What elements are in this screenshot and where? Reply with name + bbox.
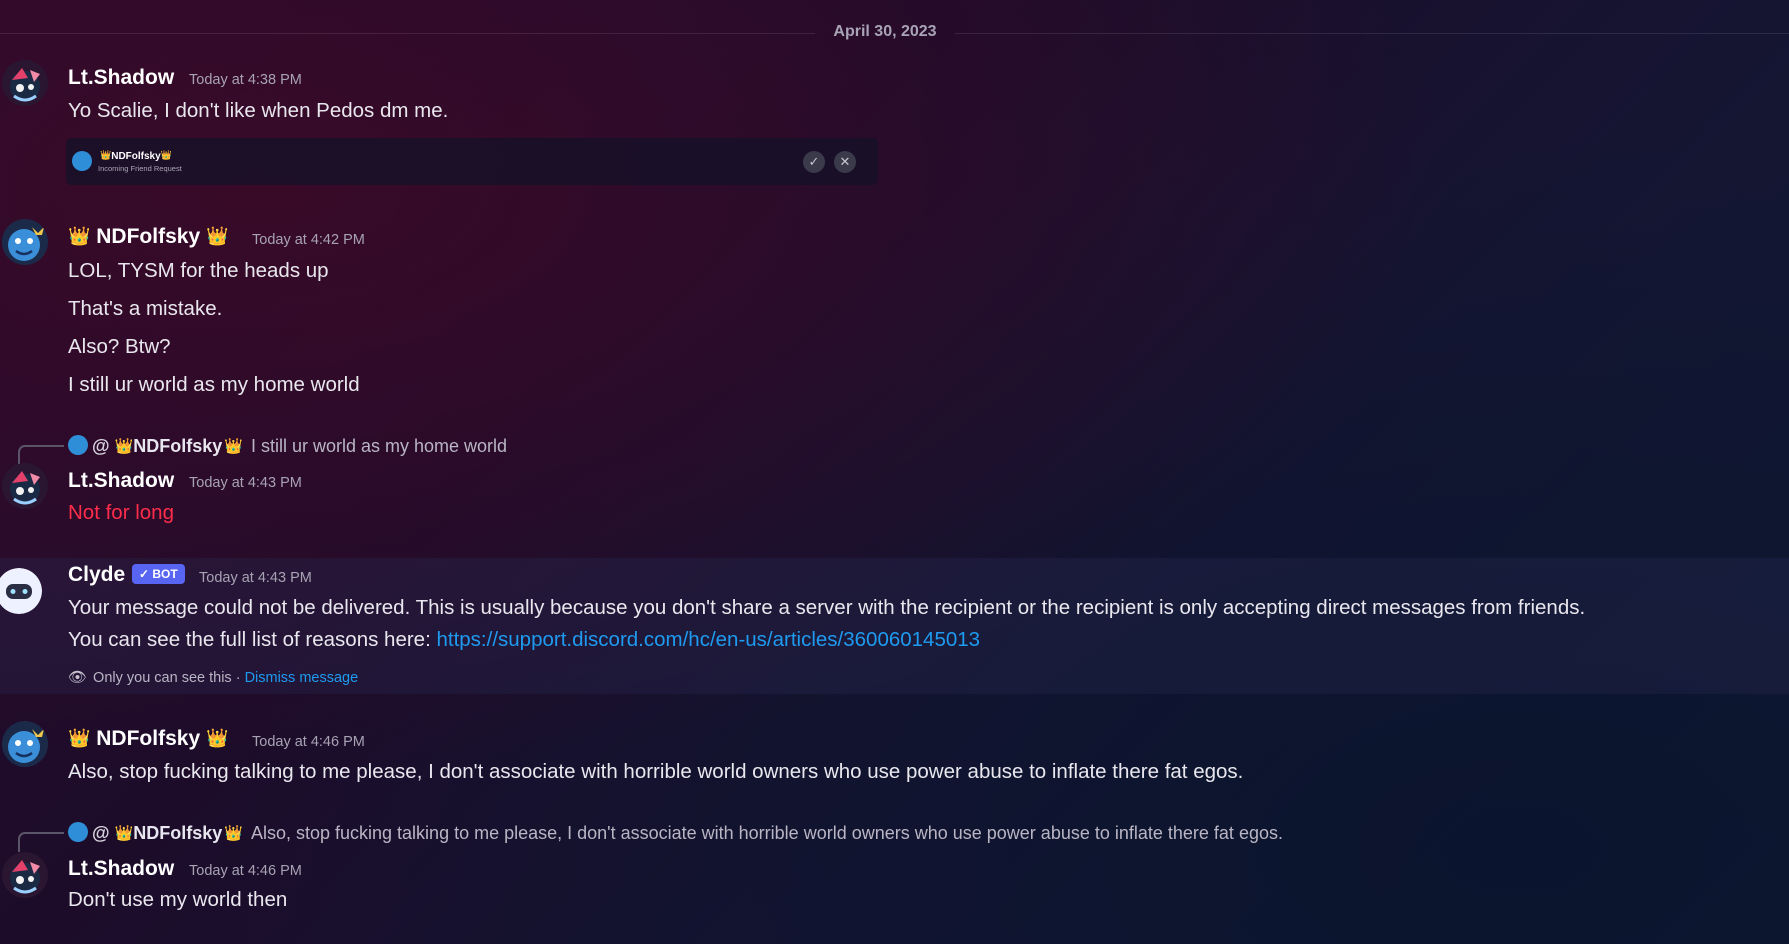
avatar-lt-shadow[interactable] xyxy=(2,463,48,509)
check-icon: ✓ xyxy=(808,154,820,169)
message-text: Also, stop fucking talking to me please,… xyxy=(68,760,1244,783)
support-link[interactable]: https://support.discord.com/hc/en-us/art… xyxy=(436,628,980,651)
reply-preview[interactable]: @ 👑NDFolfsky 👑 I still ur world as my home… xyxy=(68,435,507,457)
close-icon: ✕ xyxy=(839,154,851,169)
avatar-image xyxy=(2,852,48,898)
author-name[interactable]: Lt.Shadow xyxy=(68,857,174,881)
crown-icon: 👑 xyxy=(160,150,172,160)
friend-request-name-text: NDFolfsky xyxy=(111,151,161,162)
avatar-lt-shadow[interactable] xyxy=(2,60,48,106)
crown-icon: 👑 xyxy=(114,825,134,842)
message-timestamp: Today at 4:38 PM xyxy=(189,72,302,88)
ephemeral-note-text: Only you can see this · xyxy=(93,670,245,686)
reply-preview[interactable]: @ 👑NDFolfsky 👑 Also, stop fucking talking … xyxy=(68,822,1283,844)
reply-mention-symbol: @ xyxy=(92,436,110,456)
reply-connector xyxy=(18,445,64,465)
crown-icon: 👑 xyxy=(224,438,243,455)
reply-author: NDFolfsky xyxy=(133,823,223,843)
reply-connector xyxy=(18,832,64,852)
friend-request-subtitle: Incoming Friend Request xyxy=(98,164,182,173)
message-text: Don't use my world then xyxy=(68,888,288,911)
avatar-ndfolfsky[interactable] xyxy=(2,721,48,767)
message-text: Not for long xyxy=(68,501,174,524)
ephemeral-note: 👁 Only you can see this · Dismiss message xyxy=(68,668,358,686)
reply-text: Also, stop fucking talking to me please,… xyxy=(250,823,1283,843)
author-name[interactable]: 👑 NDFolfsky 👑 xyxy=(68,727,228,751)
reply-mention-symbol: @ xyxy=(92,823,110,843)
decline-request-button[interactable]: ✕ xyxy=(834,151,856,173)
author-name[interactable]: Clyde xyxy=(68,563,125,587)
crown-icon: 👑 xyxy=(205,728,229,748)
accept-request-button[interactable]: ✓ xyxy=(803,151,825,173)
author-name[interactable]: Lt.Shadow xyxy=(68,469,174,493)
author-name-text: NDFolfsky xyxy=(96,225,201,248)
author-name[interactable]: 👑 NDFolfsky 👑 xyxy=(68,225,228,249)
reply-author: NDFolfsky xyxy=(133,436,223,456)
crown-icon: 👑 xyxy=(114,438,134,455)
friend-request-name: 👑NDFolfsky👑 xyxy=(100,150,172,162)
message-text: Yo Scalie, I don't like when Pedos dm me… xyxy=(68,99,449,122)
crown-icon: 👑 xyxy=(68,728,91,748)
crown-icon: 👑 xyxy=(100,150,112,160)
dismiss-message-link[interactable]: Dismiss message xyxy=(245,670,359,686)
reply-text: I still ur world as my home world xyxy=(250,436,508,456)
avatar-image xyxy=(2,721,48,767)
avatar-ndfolfsky[interactable] xyxy=(2,219,48,265)
author-name[interactable]: Lt.Shadow xyxy=(68,66,174,90)
message-timestamp: Today at 4:46 PM xyxy=(252,734,365,750)
avatar-image xyxy=(2,219,48,265)
avatar-image xyxy=(2,463,48,509)
author-name-text: NDFolfsky xyxy=(96,727,201,750)
message-timestamp: Today at 4:46 PM xyxy=(189,863,302,879)
eye-icon: 👁 xyxy=(68,669,88,686)
message-text: You can see the full list of reasons her… xyxy=(68,628,980,652)
crown-icon: 👑 xyxy=(68,226,91,246)
bot-badge: ✓ BOT xyxy=(132,564,185,584)
message-text: Your message could not be delivered. Thi… xyxy=(68,596,1586,619)
message-timestamp: Today at 4:43 PM xyxy=(189,475,302,491)
message-timestamp: Today at 4:43 PM xyxy=(199,570,312,586)
date-divider-line-left xyxy=(0,33,815,34)
message-text: Also? Btw? xyxy=(68,335,171,358)
avatar-lt-shadow[interactable] xyxy=(2,852,48,898)
message-timestamp: Today at 4:42 PM xyxy=(252,232,365,248)
reply-avatar xyxy=(68,822,88,842)
crown-icon: 👑 xyxy=(205,226,229,246)
crown-icon: 👑 xyxy=(224,825,243,842)
message-text: LOL, TYSM for the heads up xyxy=(68,259,329,282)
friend-request-embed[interactable]: 👑NDFolfsky👑 Incoming Friend Request ✓ ✕ xyxy=(66,138,878,185)
date-divider-line-right xyxy=(955,33,1789,34)
reply-avatar xyxy=(68,435,88,455)
message-text-part: You can see the full list of reasons her… xyxy=(68,628,437,651)
avatar-image xyxy=(2,60,48,106)
message-text: I still ur world as my home world xyxy=(68,373,360,396)
friend-request-avatar xyxy=(72,151,92,171)
date-divider: April 30, 2023 xyxy=(833,23,937,40)
message-text: That's a mistake. xyxy=(68,297,223,320)
